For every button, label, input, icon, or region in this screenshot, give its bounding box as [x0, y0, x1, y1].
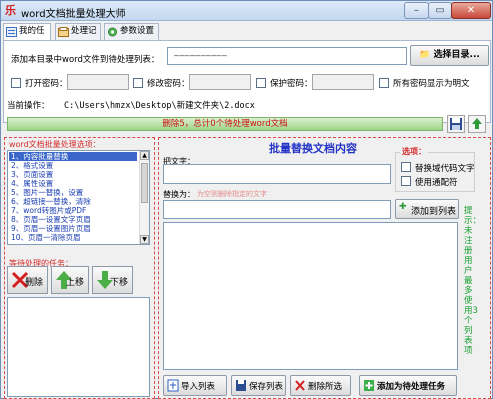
options-title: word文档批量处理选项：: [9, 140, 101, 149]
wildcard-option[interactable]: 使用通配符: [401, 176, 458, 188]
current-operation-value: C:\Users\hmzx\Desktop\新建文件夹\2.docx: [64, 101, 255, 111]
window-title: word文档批量处理大师: [21, 9, 126, 20]
current-operation-label: 当前操作：: [7, 101, 50, 111]
delete-task-label: 删除: [24, 278, 43, 288]
find-text-input[interactable]: [163, 164, 391, 184]
move-up-button[interactable]: 上移: [51, 266, 89, 294]
recycle-icon: [472, 118, 482, 129]
settings-panel: 添加本目录中word文件到待处理列表： —————————— 📁 选择目录...…: [3, 40, 491, 123]
replace-hint: 为空则删除指定的文字: [197, 190, 267, 198]
task-icon: [6, 27, 17, 37]
delete-selected-icon: [295, 380, 305, 391]
tab-my-tasks[interactable]: 我的任务: [3, 23, 51, 51]
move-down-label: 下移: [109, 278, 128, 288]
wildcard-label: 使用通配符: [415, 178, 458, 188]
title-bar: 乐 word文档批量处理大师 – ▭ ✕: [1, 1, 492, 21]
app-logo-icon: 乐: [5, 4, 16, 17]
add-to-list-label: 添加到列表: [411, 207, 457, 217]
delete-selected-button[interactable]: 删除所选: [290, 375, 351, 396]
options-panel: word文档批量处理选项： 1、内容批量替换 2、格式设置 3、页面设置 4、属…: [4, 137, 155, 399]
list-item[interactable]: 4、属性设置: [9, 179, 53, 188]
pending-task-list[interactable]: [7, 297, 150, 397]
list-item[interactable]: 10、页眉一清除页眉: [9, 233, 81, 242]
options-list[interactable]: 1、内容批量替换 2、格式设置 3、页面设置 4、属性设置 5、图片一替换，设置…: [7, 150, 150, 245]
import-list-button[interactable]: 导入列表: [163, 375, 227, 396]
status-bar: 删除5，总计0个待处理word文档: [7, 117, 443, 131]
field-code-checkbox[interactable]: [401, 162, 411, 172]
app-window: 乐 word文档批量处理大师 – ▭ ✕ 我的任务 处理记录 参数设置 添加本目…: [0, 0, 493, 399]
open-password-field[interactable]: [67, 74, 129, 90]
folder-icon: 📁: [419, 50, 431, 60]
protect-password-field[interactable]: [312, 74, 374, 90]
open-password-label: 打开密码：: [25, 79, 68, 89]
tab-label: 参数设置: [120, 26, 155, 36]
import-list-label: 导入列表: [181, 382, 216, 392]
tab-settings[interactable]: 参数设置: [104, 23, 159, 40]
options-group: 选项： 替换域代码文字 使用通配符: [395, 146, 475, 192]
protect-password-checkbox[interactable]: [256, 78, 266, 88]
maximize-button[interactable]: ▭: [428, 2, 452, 19]
protect-password-label: 保护密码：: [270, 79, 313, 89]
show-plain-checkbox[interactable]: [379, 78, 389, 88]
save-list-label: 保存列表: [249, 382, 284, 392]
import-icon: [167, 379, 179, 392]
add-task-icon: [364, 380, 374, 391]
replace-items-list[interactable]: [163, 222, 458, 370]
minimize-button[interactable]: –: [404, 2, 429, 19]
options-group-title: 选项：: [400, 146, 428, 157]
replace-with-input[interactable]: [163, 200, 391, 219]
scroll-thumb[interactable]: [141, 163, 148, 203]
list-item[interactable]: 2、格式设置: [9, 161, 53, 170]
list-item[interactable]: 7、word转图片或PDF: [9, 206, 86, 215]
replace-with-label: 替换为：: [163, 190, 195, 199]
show-plain-label: 所有密码显示为明文: [393, 79, 470, 89]
move-up-label: 上移: [65, 278, 84, 288]
delete-task-button[interactable]: 删除: [7, 266, 48, 294]
trial-limit-note: 提示：未注册用户最多使用3个列表项: [464, 206, 482, 356]
list-item[interactable]: 5、图片一替换，设置: [9, 188, 83, 197]
list-item[interactable]: 3、页面设置: [9, 170, 53, 179]
select-directory-button[interactable]: 📁 选择目录...: [410, 45, 489, 66]
settings-icon: [108, 27, 117, 37]
modify-password-checkbox[interactable]: [133, 78, 143, 88]
modify-password-label: 修改密码：: [147, 79, 190, 89]
wildcard-checkbox[interactable]: [401, 176, 411, 186]
source-label: 添加本目录中word文件到待处理列表：: [11, 55, 160, 65]
list-item[interactable]: 6、超链接一替换，清除: [9, 197, 91, 206]
options-scrollbar[interactable]: ▲ ▼: [139, 151, 149, 244]
add-to-list-button[interactable]: ✚ 添加到列表: [395, 199, 459, 219]
replace-panel-title: 批量替换文档内容: [269, 142, 357, 155]
delete-selected-label: 删除所选: [308, 382, 343, 392]
scroll-down-arrow-icon[interactable]: ▼: [140, 235, 149, 244]
close-button[interactable]: ✕: [451, 2, 491, 19]
modify-password-field[interactable]: [189, 74, 251, 90]
directory-path-field[interactable]: ——————————: [167, 47, 407, 65]
select-directory-label: 选择目录...: [433, 50, 480, 60]
refresh-icon-button[interactable]: [468, 115, 486, 133]
list-item[interactable]: 9、页眉一设置图片页眉: [9, 224, 91, 233]
list-item[interactable]: 1、内容批量替换: [9, 152, 137, 161]
add-icon: ✚: [399, 202, 407, 212]
save-icon-button[interactable]: [447, 115, 465, 133]
record-icon: [58, 27, 69, 37]
list-item[interactable]: 8、页眉一设置文字页眉: [9, 215, 91, 224]
replace-panel: 批量替换文档内容 把文字： 选项： 替换域代码文字 使用通配符 替换为： 为空则…: [158, 137, 491, 399]
add-task-label: 添加为待处理任务: [377, 382, 446, 392]
tab-records[interactable]: 处理记录: [55, 23, 101, 51]
save-list-icon: [236, 380, 246, 391]
add-task-button[interactable]: 添加为待处理任务: [359, 375, 457, 396]
open-password-checkbox[interactable]: [11, 78, 21, 88]
save-icon: [450, 118, 462, 130]
scroll-up-arrow-icon[interactable]: ▲: [140, 151, 149, 160]
move-down-button[interactable]: 下移: [92, 266, 133, 294]
field-code-option[interactable]: 替换域代码文字: [401, 162, 475, 174]
field-code-label: 替换域代码文字: [415, 164, 475, 174]
save-list-button[interactable]: 保存列表: [231, 375, 286, 396]
